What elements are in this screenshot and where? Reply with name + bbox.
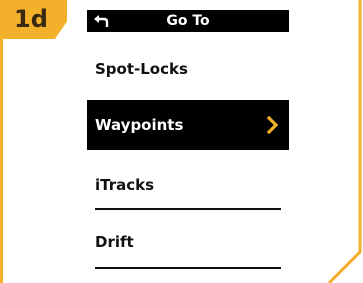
device-screen: Go To Spot-Locks Waypoints iTracks Drift bbox=[87, 0, 289, 283]
divider bbox=[95, 267, 281, 269]
menu-item-spot-locks[interactable]: Spot-Locks bbox=[87, 44, 289, 94]
menu-item-waypoints[interactable]: Waypoints bbox=[87, 100, 289, 150]
menu-item-itracks[interactable]: iTracks bbox=[87, 160, 289, 210]
page-title: Go To bbox=[166, 13, 210, 29]
menu-item-label: iTracks bbox=[95, 176, 155, 194]
chevron-right-icon bbox=[267, 116, 279, 134]
step-badge: 1d bbox=[0, 0, 67, 39]
menu-item-drift[interactable]: Drift bbox=[87, 217, 289, 267]
menu-item-label: Spot-Locks bbox=[95, 60, 188, 78]
menu-item-label: Waypoints bbox=[95, 116, 184, 134]
menu-item-label: Drift bbox=[95, 233, 134, 251]
step-frame: 1d Go To Spot-Locks Waypoints iTracks Dr… bbox=[0, 0, 363, 283]
divider bbox=[95, 208, 281, 210]
title-bar: Go To bbox=[87, 10, 289, 32]
